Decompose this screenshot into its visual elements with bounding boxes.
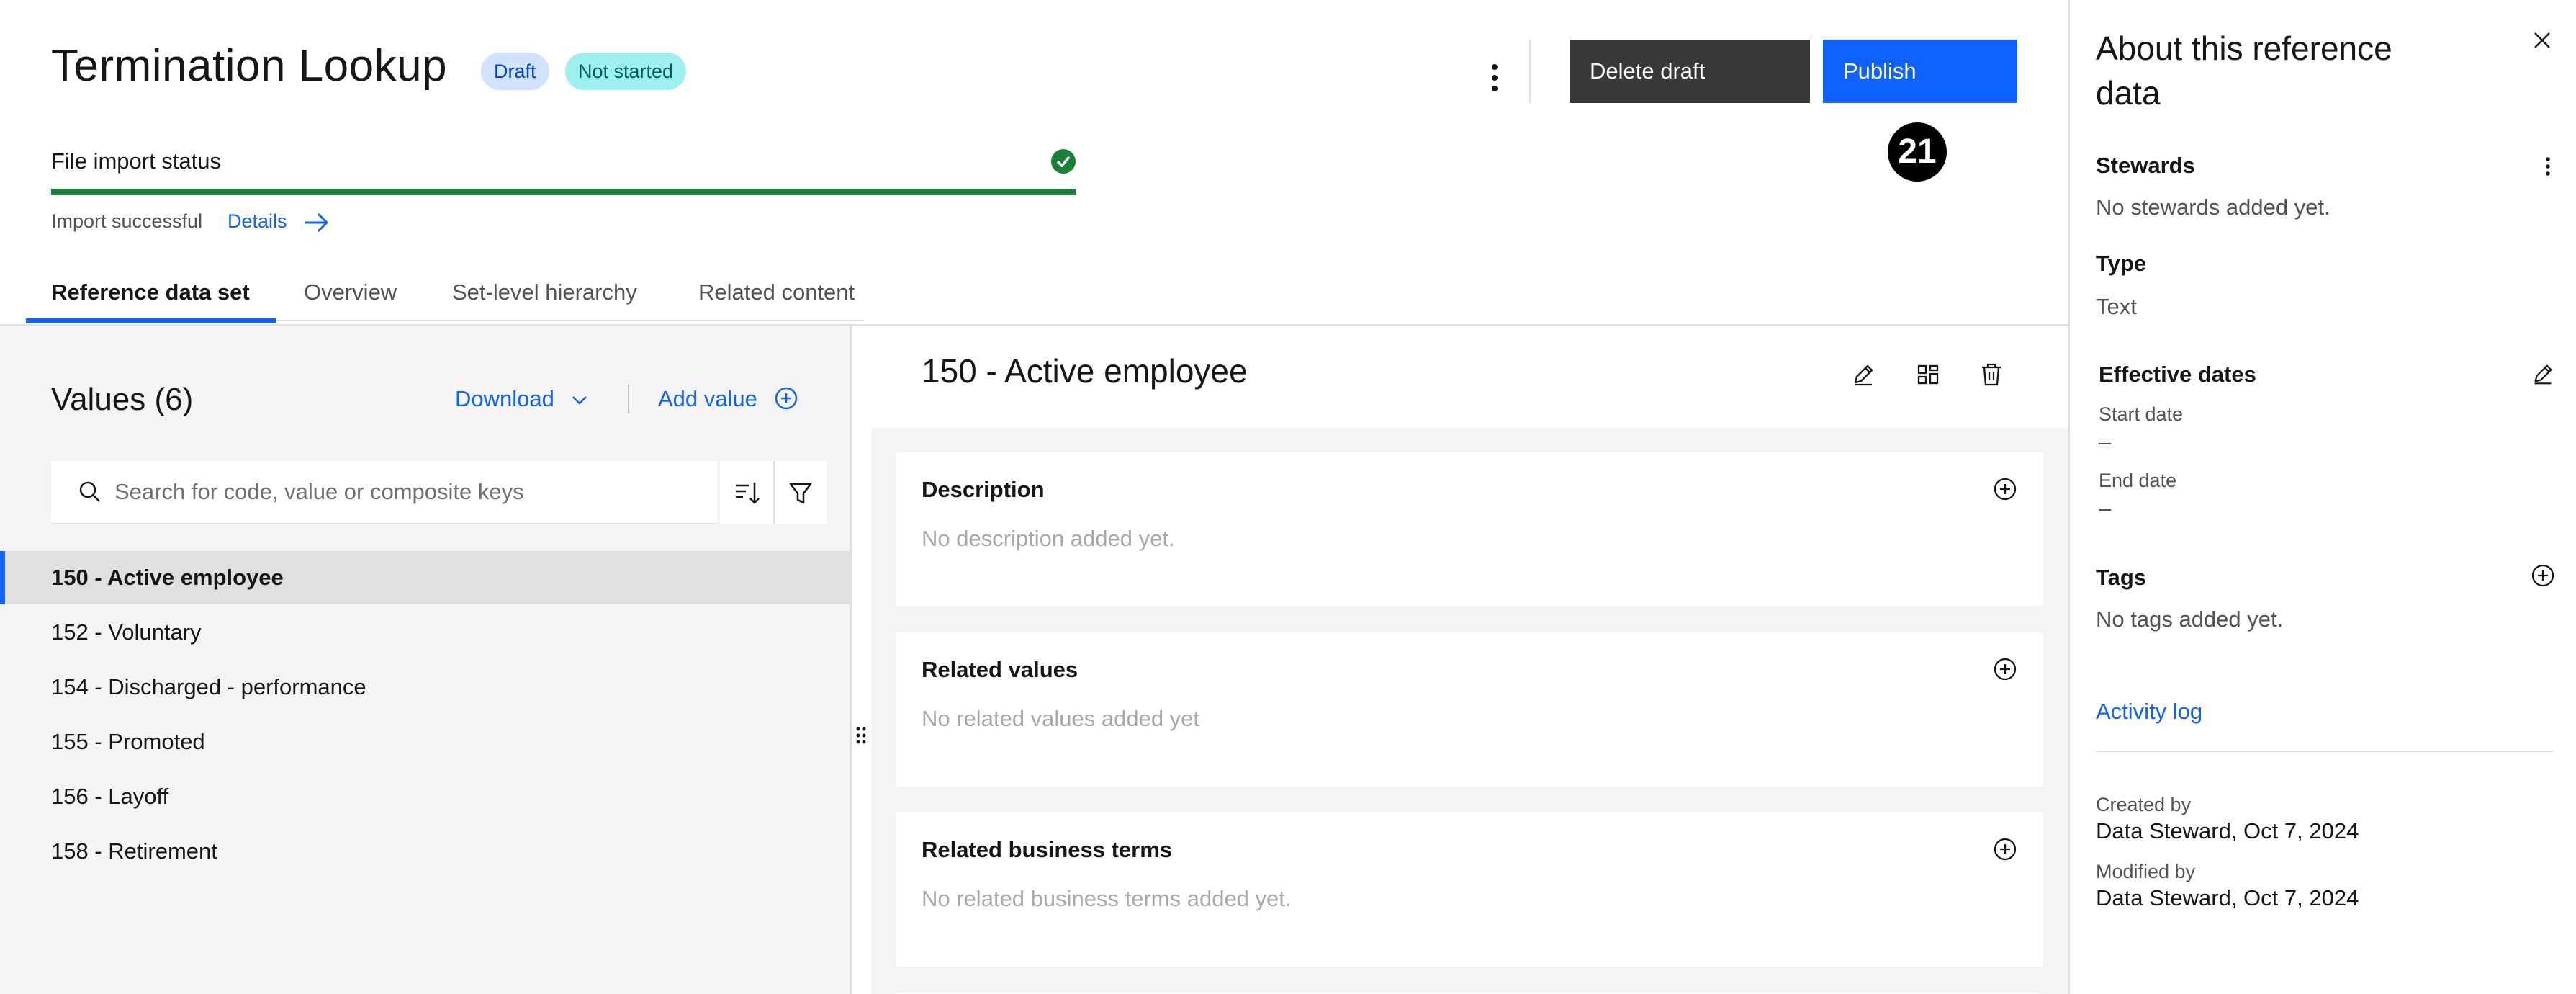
chevron-down-icon[interactable] xyxy=(569,389,590,411)
stewards-label: Stewards xyxy=(2096,153,2195,178)
publish-button[interactable]: Publish xyxy=(1823,40,2017,103)
edit-icon[interactable] xyxy=(2529,360,2557,388)
search-field xyxy=(51,461,717,524)
effective-dates-label: Effective dates xyxy=(2099,362,2256,387)
card-empty-text: No description added yet. xyxy=(922,526,1175,551)
not-started-tag: Not started xyxy=(565,53,687,90)
checkmark-filled-icon xyxy=(1051,149,1076,174)
header-divider xyxy=(1529,40,1531,103)
start-date-value: – xyxy=(2099,429,2112,455)
detail-title: 150 - Active employee xyxy=(922,352,1248,390)
end-date-label: End date xyxy=(2099,470,2177,491)
app-page: Termination Lookup Draft Not started Del… xyxy=(0,0,2576,994)
modified-by-value: Data Steward, Oct 7, 2024 xyxy=(2096,885,2359,910)
activity-log-link[interactable]: Activity log xyxy=(2096,699,2202,725)
start-date-label: Start date xyxy=(2099,403,2184,425)
tab-reference-data-set[interactable]: Reference data set xyxy=(51,279,250,305)
add-circle-icon[interactable] xyxy=(1991,475,2019,503)
panel-splitter[interactable] xyxy=(850,326,852,994)
sort-button[interactable] xyxy=(720,461,773,524)
file-import-status-label: File import status xyxy=(51,148,222,174)
card-empty-text: No related business terms added yet. xyxy=(922,886,1292,911)
type-value: Text xyxy=(2096,294,2137,319)
card-empty-text: No related values added yet xyxy=(922,706,1200,731)
search-input[interactable] xyxy=(114,461,705,523)
arrow-right-icon[interactable] xyxy=(302,210,331,235)
end-date-value: – xyxy=(2099,496,2112,521)
sort-icon xyxy=(736,483,760,504)
add-circle-icon[interactable] xyxy=(1991,836,2019,863)
page-title: Termination Lookup xyxy=(51,41,448,91)
values-title: Values (6) xyxy=(51,382,194,417)
layout-icon[interactable] xyxy=(1914,360,1942,389)
step-badge: 21 xyxy=(1888,122,1947,182)
description-card: Description No description added yet. xyxy=(896,452,2043,606)
list-item[interactable]: 150 - Active employee xyxy=(0,551,850,604)
related-business-terms-card: Related business terms No related busine… xyxy=(896,812,2043,967)
filter-button[interactable] xyxy=(773,461,827,524)
related-values-card: Related values No related values added y… xyxy=(896,632,2043,787)
drag-handle-icon[interactable] xyxy=(854,725,868,746)
list-item[interactable]: 156 - Layoff xyxy=(0,770,850,823)
tags-label: Tags xyxy=(2096,565,2147,590)
add-circle-icon[interactable] xyxy=(773,385,799,411)
import-status-text: Import successful xyxy=(51,210,203,232)
card-title: Related business terms xyxy=(922,837,1173,862)
close-icon[interactable] xyxy=(2528,26,2557,55)
add-value-button[interactable]: Add value xyxy=(658,386,757,412)
card-title: Description xyxy=(922,477,1045,502)
list-item[interactable]: 154 - Discharged - performance xyxy=(0,661,850,714)
about-panel: About this reference data Stewards No st… xyxy=(2068,0,2576,994)
modified-by-label: Modified by xyxy=(2096,861,2196,882)
overflow-menu-icon[interactable] xyxy=(1482,58,1508,98)
trash-icon[interactable] xyxy=(1977,360,2006,389)
values-panel xyxy=(0,326,850,994)
draft-tag: Draft xyxy=(481,53,549,90)
search-icon xyxy=(79,481,100,502)
tags-empty-text: No tags added yet. xyxy=(2096,606,2284,632)
created-by-label: Created by xyxy=(2096,794,2192,815)
delete-draft-button[interactable]: Delete draft xyxy=(1570,40,1810,103)
list-item[interactable]: 152 - Voluntary xyxy=(0,606,850,659)
list-item[interactable]: 158 - Retirement xyxy=(0,825,850,878)
toolbar-separator xyxy=(628,385,629,413)
type-label: Type xyxy=(2096,251,2147,276)
import-progress-bar xyxy=(51,189,1076,195)
stewards-empty-text: No stewards added yet. xyxy=(2096,194,2330,220)
tab-related-content[interactable]: Related content xyxy=(698,279,855,305)
add-circle-icon[interactable] xyxy=(2529,562,2557,589)
add-circle-icon[interactable] xyxy=(1991,655,2019,683)
tab-overview[interactable]: Overview xyxy=(304,279,397,305)
edit-icon[interactable] xyxy=(1849,360,1878,389)
about-divider xyxy=(2096,751,2553,752)
created-by-value: Data Steward, Oct 7, 2024 xyxy=(2096,818,2359,843)
card-title: Related values xyxy=(922,657,1078,682)
download-button[interactable]: Download xyxy=(455,386,554,412)
details-link[interactable]: Details xyxy=(228,210,287,233)
tab-set-level-hierarchy[interactable]: Set-level hierarchy xyxy=(452,279,637,305)
active-tab-indicator xyxy=(26,318,276,323)
overflow-menu-icon[interactable] xyxy=(2541,154,2555,179)
list-item[interactable]: 155 - Promoted xyxy=(0,715,850,769)
about-title: About this reference data xyxy=(2096,30,2392,112)
filter-icon xyxy=(789,483,812,504)
